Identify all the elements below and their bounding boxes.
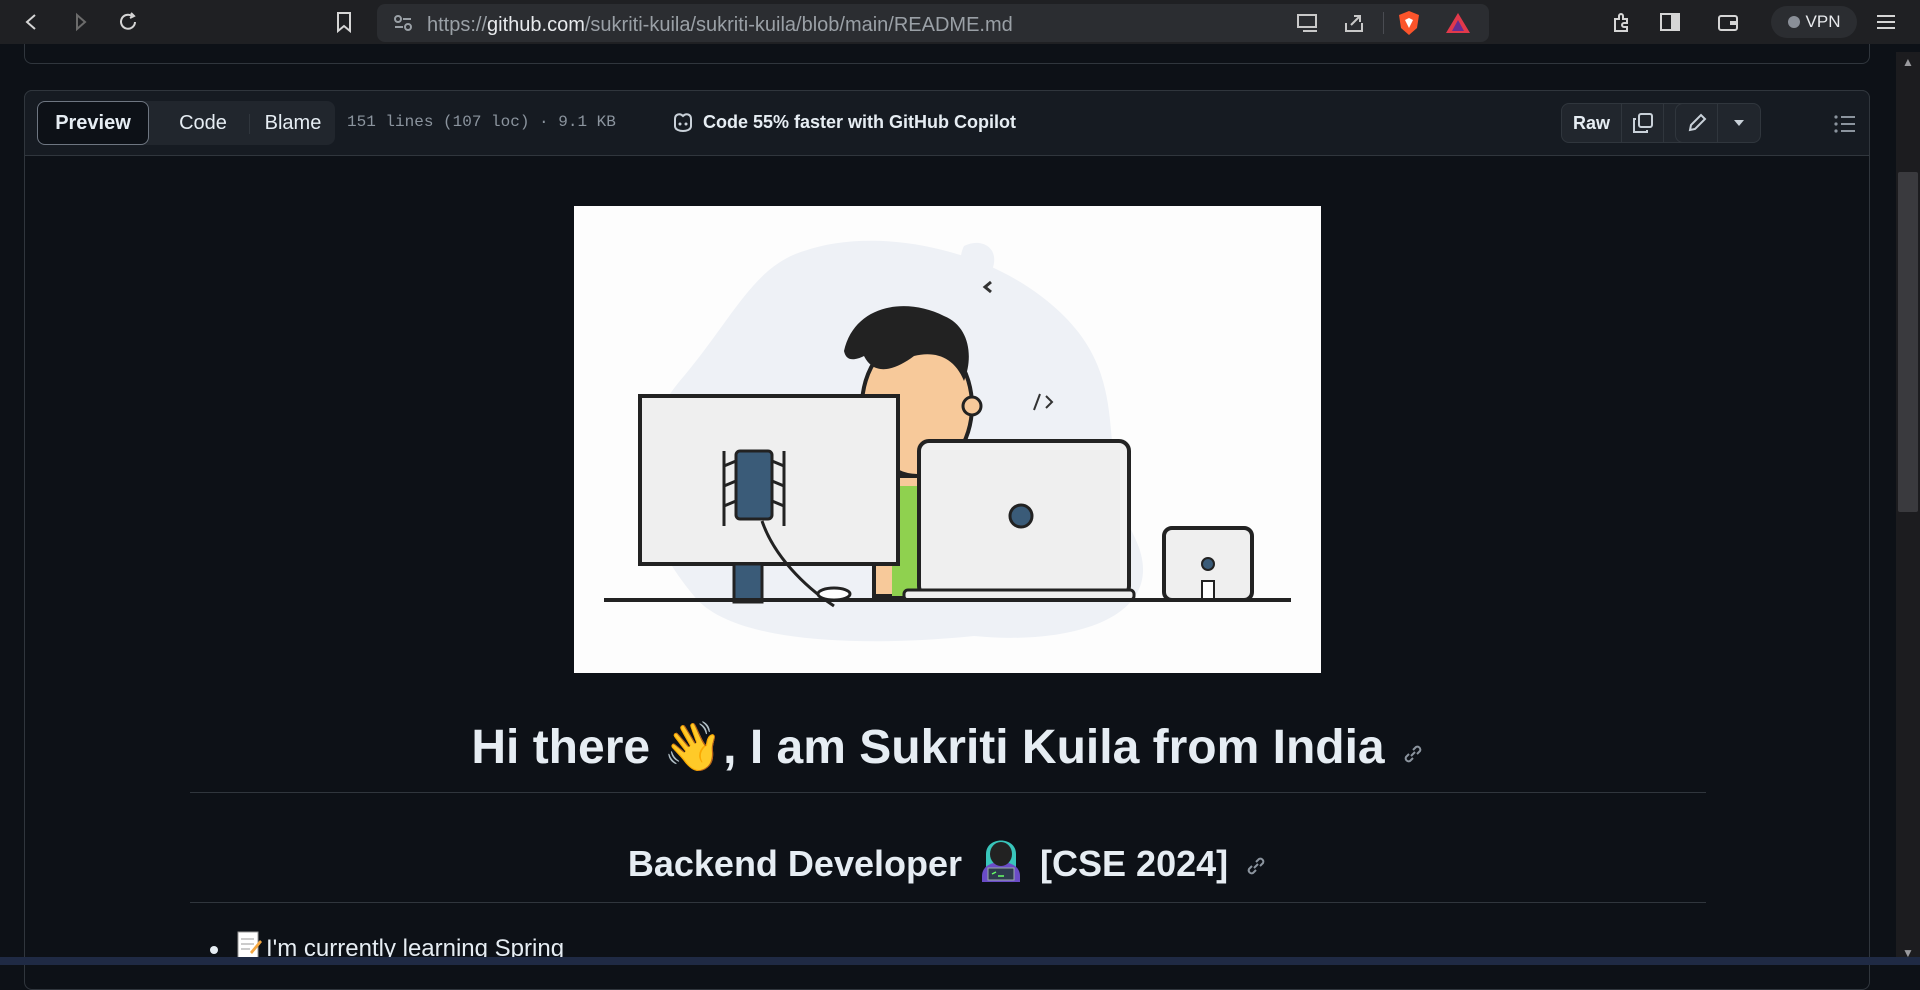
divider xyxy=(249,114,250,134)
chevron-down-icon xyxy=(1734,120,1744,126)
file-header: Preview Code Blame 151 lines (107 loc) ·… xyxy=(24,90,1870,156)
bullet xyxy=(210,945,218,954)
subheading-anchor-link[interactable] xyxy=(1244,845,1268,887)
tab-blame[interactable]: Blame xyxy=(251,101,335,145)
hacker-emoji-icon xyxy=(978,828,1024,891)
scrollbar-thumb[interactable] xyxy=(1898,172,1918,512)
wallet-icon[interactable] xyxy=(1714,8,1742,36)
heading-divider xyxy=(190,792,1706,793)
subheading-prefix: Backend Developer xyxy=(627,843,963,884)
brave-shield-icon[interactable] xyxy=(1397,10,1421,41)
tab-preview[interactable]: Preview xyxy=(37,101,149,145)
copilot-icon xyxy=(674,113,692,133)
list-icon xyxy=(1834,115,1855,133)
readme-subheading: Backend Developer [CSE 2024] xyxy=(190,828,1706,896)
edit-dropdown-button[interactable] xyxy=(1718,104,1760,142)
view-mode-switch: Preview Code Blame xyxy=(37,101,335,145)
readme-heading-text: Hi there 👋, I am Sukriti Kuila from Indi… xyxy=(471,721,1385,774)
brave-rewards-icon[interactable] xyxy=(1445,12,1471,39)
pencil-icon xyxy=(1688,113,1706,132)
scroll-up-icon[interactable]: ▲ xyxy=(1896,52,1920,72)
raw-button[interactable]: Raw xyxy=(1562,104,1622,142)
extensions-icon[interactable] xyxy=(1608,8,1636,36)
site-settings-icon[interactable] xyxy=(393,14,413,37)
forward-icon[interactable] xyxy=(66,8,94,36)
sidebar-icon[interactable] xyxy=(1656,8,1684,36)
bookmark-icon[interactable] xyxy=(330,8,358,36)
heading-anchor-link[interactable] xyxy=(1401,723,1425,778)
edit-button[interactable] xyxy=(1676,104,1718,142)
subheading-suffix: [CSE 2024] xyxy=(1040,843,1229,884)
page-scrollbar[interactable]: ▲ ▼ xyxy=(1896,52,1920,965)
reload-icon[interactable] xyxy=(114,8,142,36)
share-icon[interactable] xyxy=(1343,13,1365,38)
divider xyxy=(1383,12,1384,34)
browser-toolbar: https://github.com/sukriti-kuila/sukriti… xyxy=(0,0,1920,44)
link-icon xyxy=(1404,745,1421,763)
copy-icon xyxy=(1632,113,1653,133)
subheading-divider xyxy=(190,902,1706,903)
edit-actions xyxy=(1675,103,1761,143)
address-bar[interactable]: https://github.com/sukriti-kuila/sukriti… xyxy=(377,4,1489,42)
file-meta: 151 lines (107 loc) · 9.1 KB xyxy=(347,113,616,131)
copilot-promo-link[interactable]: Code 55% faster with GitHub Copilot xyxy=(671,111,1016,133)
tab-code[interactable]: Code xyxy=(157,101,249,145)
outline-button[interactable] xyxy=(1827,107,1863,141)
back-icon[interactable] xyxy=(18,8,46,36)
vpn-button[interactable]: VPN xyxy=(1771,6,1857,38)
copilot-text: Code 55% faster with GitHub Copilot xyxy=(703,111,1017,132)
previous-panel-edge xyxy=(24,44,1870,64)
developer-illustration xyxy=(574,206,1321,673)
vpn-label: VPN xyxy=(1805,12,1841,31)
menu-icon[interactable] xyxy=(1872,8,1900,36)
vpn-status-icon xyxy=(1787,16,1800,28)
link-icon xyxy=(1247,858,1265,875)
cast-icon[interactable] xyxy=(1295,13,1319,38)
taskbar-edge xyxy=(0,957,1920,965)
readme-heading: Hi there 👋, I am Sukriti Kuila from Indi… xyxy=(190,718,1706,794)
url-text: https://github.com/sukriti-kuila/sukriti… xyxy=(427,14,1013,36)
copy-raw-button[interactable] xyxy=(1622,104,1664,142)
